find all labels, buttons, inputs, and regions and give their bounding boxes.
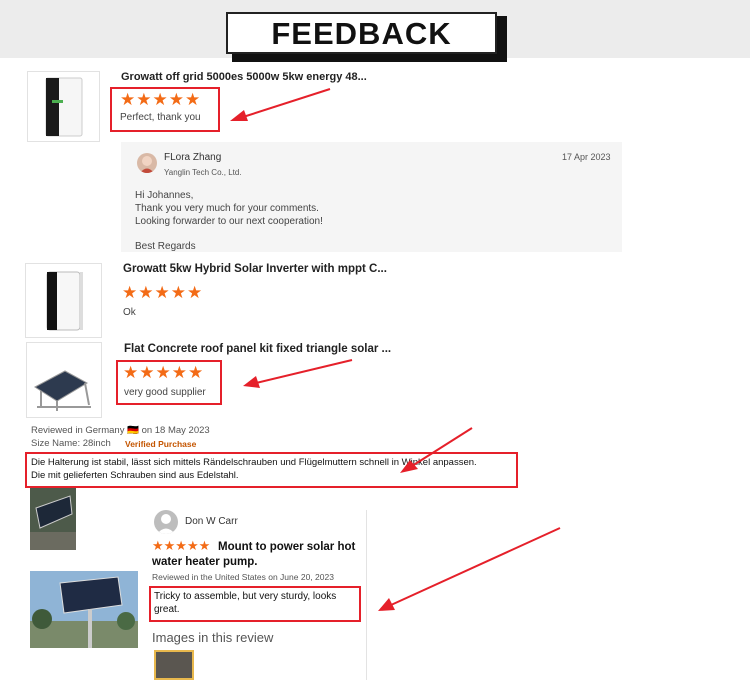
arrow-review5 <box>378 527 561 611</box>
arrow-review4 <box>400 427 473 473</box>
arrow-review1 <box>230 88 331 121</box>
annotation-arrows <box>230 88 561 611</box>
arrow-review3 <box>243 359 353 388</box>
